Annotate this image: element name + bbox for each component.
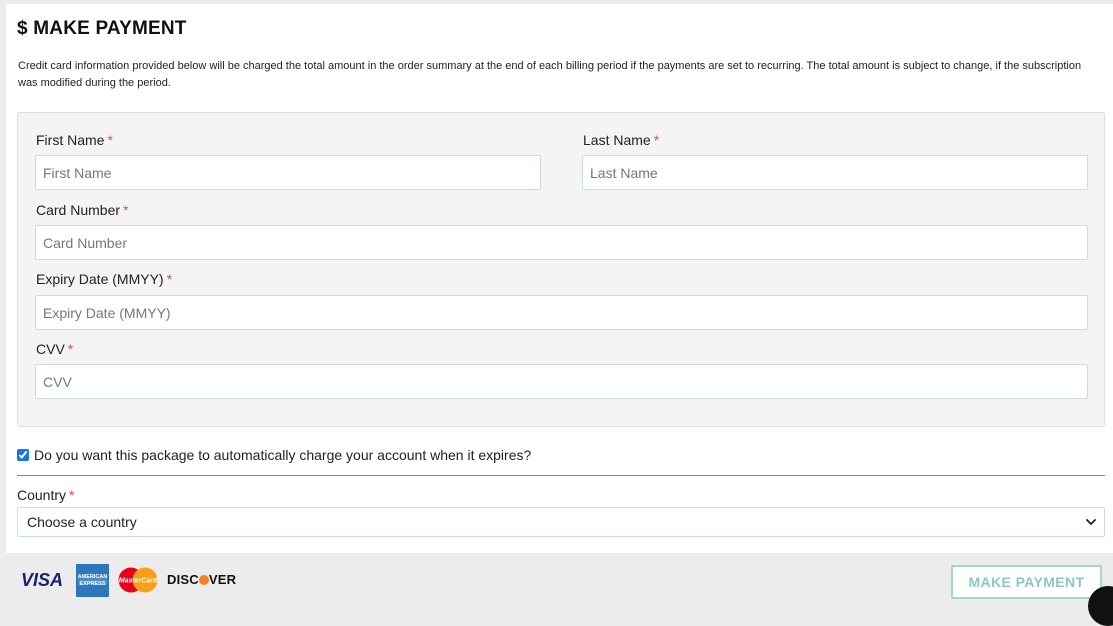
page-title: $ MAKE PAYMENT [17, 18, 187, 39]
mastercard-logo: MasterCard [118, 567, 158, 593]
make-payment-button[interactable]: MAKE PAYMENT [951, 565, 1102, 599]
payment-card: $ MAKE PAYMENT Credit card information p… [6, 4, 1113, 553]
discover-logo: DISC VER [167, 572, 237, 587]
svg-text:EXPRESS: EXPRESS [80, 581, 106, 587]
auto-charge-option[interactable]: Do you want this package to automaticall… [17, 446, 531, 464]
cvv-label: CVV * [36, 341, 74, 357]
required-marker: * [67, 341, 74, 357]
payment-description: Credit card information provided below w… [18, 60, 1082, 89]
required-marker: * [107, 132, 113, 148]
cvv-input[interactable] [35, 364, 1088, 399]
first-name-label: First Name * [36, 132, 113, 148]
chevron-down-icon [1086, 519, 1096, 525]
card-details-form: First Name* Last Name* Card Number* Expi… [17, 112, 1105, 427]
svg-text:MasterCard: MasterCard [119, 578, 158, 585]
amex-logo: AMERICAN EXPRESS [76, 564, 109, 597]
section-divider [17, 475, 1105, 476]
country-select[interactable]: Choose a country [17, 507, 1105, 537]
country-selected-value: Choose a country [27, 514, 137, 530]
auto-charge-checkbox[interactable] [17, 449, 29, 461]
svg-text:AMERICAN: AMERICAN [78, 574, 108, 580]
country-label: Country * [17, 487, 75, 503]
expiry-date-input[interactable] [35, 295, 1088, 330]
auto-charge-label: Do you want this package to automaticall… [34, 447, 532, 463]
last-name-label: Last Name * [583, 132, 660, 148]
required-marker: * [166, 271, 173, 287]
required-marker: * [653, 132, 660, 148]
first-name-input[interactable] [35, 155, 541, 190]
visa-logo: VISA [21, 570, 63, 590]
expiry-date-label: Expiry Date (MMYY) * [36, 271, 173, 287]
payment-footer: VISA AMERICAN EXPRESS MasterCard DISC VER… [6, 553, 1113, 615]
svg-text:VISA: VISA [21, 570, 63, 590]
card-number-input[interactable] [35, 225, 1088, 260]
last-name-input[interactable] [582, 155, 1088, 190]
required-marker: * [123, 202, 129, 218]
card-number-label: Card Number * [36, 202, 129, 218]
required-marker: * [69, 487, 75, 503]
